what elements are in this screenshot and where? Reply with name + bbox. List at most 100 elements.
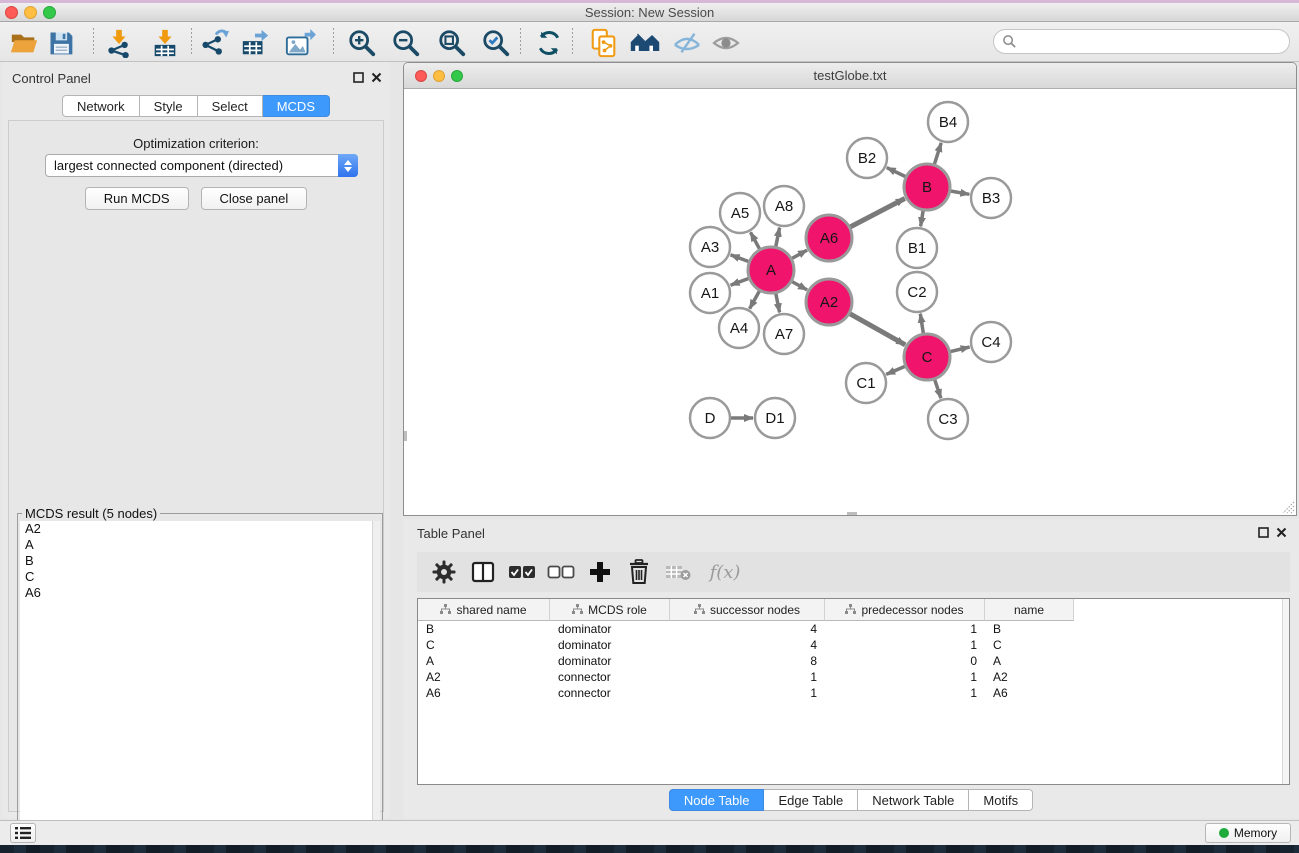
function-builder-icon: f(x) xyxy=(702,557,746,587)
memory-button[interactable]: Memory xyxy=(1205,823,1291,843)
network-view-window: testGlobe.txt B4B2BB3A8A5A6A3B1AC2A1A2A4… xyxy=(403,62,1297,516)
close-panel-icon[interactable] xyxy=(371,72,382,83)
graph-node-label: D1 xyxy=(765,410,784,427)
graph-node-label: C2 xyxy=(907,284,926,301)
memory-label: Memory xyxy=(1234,826,1277,840)
mcds-result-title: MCDS result (5 nodes) xyxy=(22,506,160,521)
tab-network[interactable]: Network xyxy=(62,95,140,117)
open-session-icon[interactable] xyxy=(8,27,40,59)
list-item[interactable]: A6 xyxy=(20,585,372,601)
tab-mcds[interactable]: MCDS xyxy=(263,95,330,117)
export-network-icon[interactable] xyxy=(199,27,231,59)
create-column-icon[interactable] xyxy=(585,557,615,587)
application-window: Session: New Session xyxy=(0,0,1299,853)
toolbar-separator xyxy=(520,28,521,56)
home-icon[interactable] xyxy=(629,27,661,59)
list-icon xyxy=(15,826,31,840)
table-row[interactable]: A6connector11A6 xyxy=(418,685,1289,701)
import-table-icon[interactable] xyxy=(149,27,181,59)
search-icon xyxy=(1002,34,1017,49)
graph-node-label: A xyxy=(766,262,776,279)
toolbar-separator xyxy=(333,28,334,56)
search-box[interactable] xyxy=(993,29,1290,54)
criterion-value: largest connected component (directed) xyxy=(46,158,338,173)
list-item[interactable]: A2 xyxy=(20,521,372,537)
graph-node-label: A6 xyxy=(820,230,838,247)
network-graph[interactable]: B4B2BB3A8A5A6A3B1AC2A1A2A4A7C4CC1C3DD1 xyxy=(404,89,1296,515)
result-list-scrollbar[interactable] xyxy=(372,521,380,848)
network-canvas[interactable]: B4B2BB3A8A5A6A3B1AC2A1A2A4A7C4CC1C3DD1 xyxy=(404,89,1296,515)
float-table-panel-icon[interactable] xyxy=(1258,527,1269,538)
delete-column-icon[interactable] xyxy=(624,557,654,587)
optimization-criterion-label: Optimization criterion: xyxy=(9,136,383,151)
close-panel-button[interactable]: Close panel xyxy=(201,187,308,210)
table-row[interactable]: A2connector11A2 xyxy=(418,669,1289,685)
hierarchy-icon xyxy=(440,604,451,615)
list-item[interactable]: C xyxy=(20,569,372,585)
canvas-left-mark xyxy=(404,431,407,441)
table-row[interactable]: Adominator80A xyxy=(418,653,1289,669)
graph-node-label: B4 xyxy=(939,114,957,131)
close-table-panel-icon[interactable] xyxy=(1276,527,1287,538)
zoom-selected-icon[interactable] xyxy=(480,27,512,59)
tab-edge-table[interactable]: Edge Table xyxy=(764,789,858,811)
resize-grip[interactable] xyxy=(1281,500,1295,514)
zoom-in-icon[interactable] xyxy=(346,27,378,59)
zoom-fit-icon[interactable] xyxy=(436,27,468,59)
control-panel-title: Control Panel xyxy=(12,71,91,86)
save-session-icon[interactable] xyxy=(45,27,77,59)
column-header-name[interactable]: name xyxy=(985,599,1074,621)
graph-node-label: A1 xyxy=(701,285,719,302)
tab-style[interactable]: Style xyxy=(140,95,198,117)
column-header-successor-nodes[interactable]: successor nodes xyxy=(670,599,825,621)
table-header-row: shared name MCDS role successor nodes pr… xyxy=(418,599,1289,621)
control-panel: Control Panel Network Style Select MCDS … xyxy=(2,62,390,818)
export-image-icon[interactable] xyxy=(284,27,316,59)
hide-panel-icon[interactable] xyxy=(671,27,703,59)
graph-node-label: A7 xyxy=(775,326,793,343)
desktop-background-bottom xyxy=(0,845,1299,853)
refresh-icon[interactable] xyxy=(533,27,565,59)
table-toolbar: f(x) xyxy=(417,552,1290,592)
list-item[interactable]: B xyxy=(20,553,372,569)
criterion-dropdown[interactable]: largest connected component (directed) xyxy=(45,154,358,177)
column-header-shared-name[interactable]: shared name xyxy=(418,599,550,621)
column-header-mcds-role[interactable]: MCDS role xyxy=(550,599,670,621)
mcds-result-list[interactable]: A2 A B C A6 xyxy=(20,521,372,848)
column-browser-icon[interactable] xyxy=(468,557,498,587)
show-panel-icon[interactable] xyxy=(710,27,742,59)
main-toolbar xyxy=(0,22,1299,62)
tab-motifs[interactable]: Motifs xyxy=(969,789,1033,811)
float-panel-icon[interactable] xyxy=(353,72,364,83)
task-history-button[interactable] xyxy=(10,823,36,843)
deselect-all-columns-icon[interactable] xyxy=(546,557,576,587)
run-mcds-button[interactable]: Run MCDS xyxy=(85,187,189,210)
tab-node-table[interactable]: Node Table xyxy=(669,789,765,811)
search-input[interactable] xyxy=(1017,33,1289,51)
graph-node-label: B2 xyxy=(858,150,876,167)
graph-node-label: C xyxy=(922,349,933,366)
table-panel: Table Panel xyxy=(403,519,1299,818)
tab-network-table[interactable]: Network Table xyxy=(858,789,969,811)
graph-node-label: B1 xyxy=(908,240,926,257)
table-row[interactable]: Cdominator41C xyxy=(418,637,1289,653)
network-documents-icon[interactable] xyxy=(588,27,620,59)
column-header-predecessor-nodes[interactable]: predecessor nodes xyxy=(825,599,985,621)
select-all-columns-icon[interactable] xyxy=(507,557,537,587)
table-settings-icon[interactable] xyxy=(429,557,459,587)
graph-node-label: A8 xyxy=(775,198,793,215)
table-scrollbar[interactable] xyxy=(1282,599,1289,784)
memory-status-icon xyxy=(1219,828,1229,838)
tab-select[interactable]: Select xyxy=(198,95,263,117)
toolbar-separator xyxy=(93,28,94,56)
import-network-icon[interactable] xyxy=(103,27,135,59)
zoom-out-icon[interactable] xyxy=(390,27,422,59)
canvas-bottom-mark xyxy=(847,512,857,515)
mcds-result-group: MCDS result (5 nodes) A2 A B C A6 xyxy=(17,513,383,851)
list-item[interactable]: A xyxy=(20,537,372,553)
network-window-titlebar[interactable]: testGlobe.txt xyxy=(404,63,1296,89)
hierarchy-icon xyxy=(572,604,583,615)
graph-node-label: A5 xyxy=(731,205,749,222)
table-row[interactable]: Bdominator41B xyxy=(418,621,1289,637)
export-table-icon[interactable] xyxy=(239,27,271,59)
